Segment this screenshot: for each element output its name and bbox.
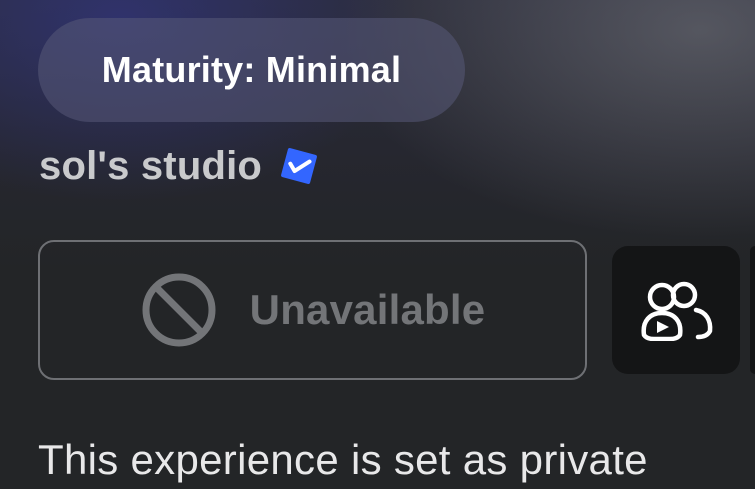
next-button-edge[interactable] <box>750 246 755 374</box>
party-play-button[interactable] <box>612 246 740 374</box>
creator-name-link[interactable]: sol's studio <box>39 144 262 189</box>
party-play-icon <box>638 279 714 342</box>
ban-icon <box>140 271 218 349</box>
play-button-label: Unavailable <box>249 286 486 333</box>
verified-check-icon <box>276 143 322 189</box>
creator-row: sol's studio <box>39 138 322 194</box>
maturity-rating-pill: Maturity: Minimal <box>38 18 465 122</box>
play-button-unavailable[interactable]: Unavailable <box>38 240 587 380</box>
maturity-label: Maturity: Minimal <box>101 49 402 90</box>
private-experience-notice: This experience is set as private <box>38 436 648 483</box>
